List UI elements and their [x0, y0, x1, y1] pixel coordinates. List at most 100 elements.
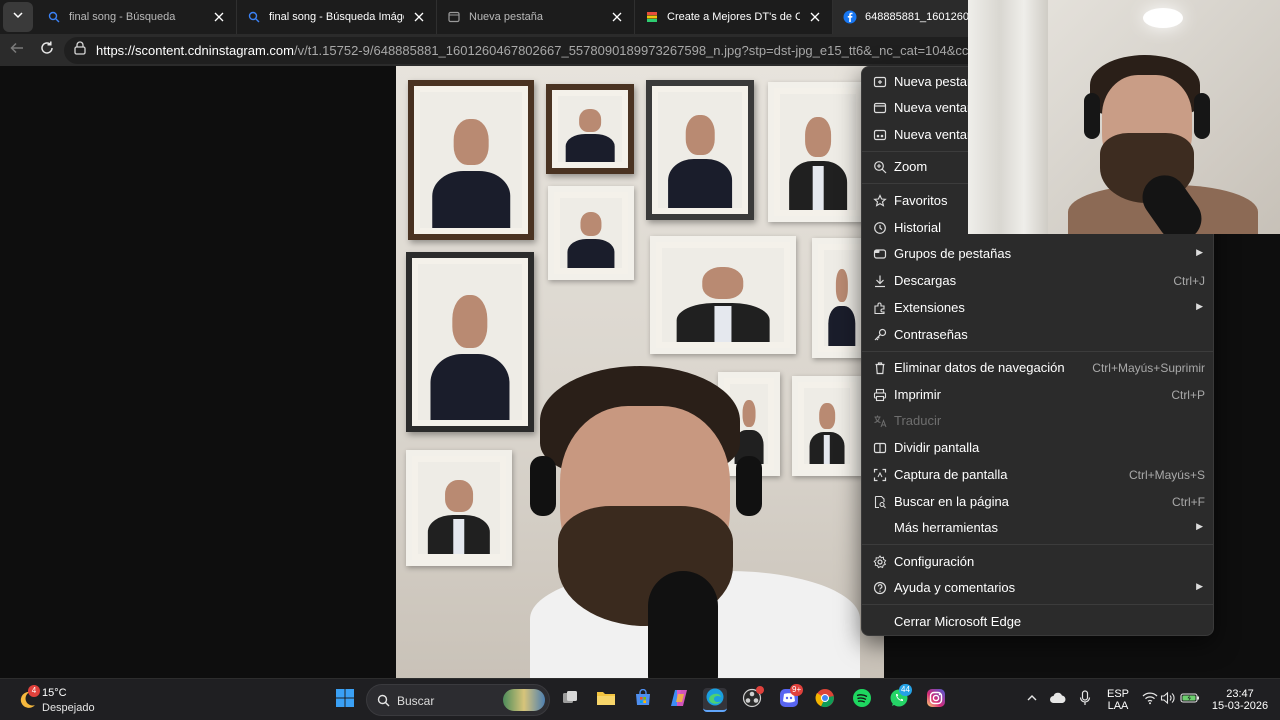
menu-item-clear-browsing-data[interactable]: Eliminar datos de navegación Ctrl+Mayús+…: [862, 355, 1213, 381]
taskbar-search[interactable]: Buscar: [366, 684, 550, 716]
menu-item-label: Grupos de pestañas: [894, 246, 1012, 261]
extensions-icon: [872, 300, 888, 316]
back-arrow-icon: [9, 40, 25, 61]
onedrive-button[interactable]: [1046, 688, 1070, 712]
edge-button[interactable]: [703, 688, 727, 712]
menu-item-translate[interactable]: Traducir: [862, 408, 1213, 434]
menu-item-split-screen[interactable]: Dividir pantalla: [862, 435, 1213, 461]
download-icon: [872, 273, 888, 289]
menu-separator: [862, 544, 1213, 545]
menu-item-help-feedback[interactable]: Ayuda y comentarios ▶: [862, 575, 1213, 601]
trash-icon: [872, 360, 888, 376]
discord-button[interactable]: 9+: [777, 684, 804, 712]
search-icon: [377, 694, 390, 712]
menu-item-label: Eliminar datos de navegación: [894, 360, 1065, 375]
menu-item-tab-groups[interactable]: Grupos de pestañas ▶: [862, 241, 1213, 267]
menu-separator: [862, 604, 1213, 605]
language-code: ESP: [1106, 688, 1129, 700]
menu-item-shortcut: Ctrl+Mayús+Suprimir: [1092, 361, 1205, 375]
weather-widget[interactable]: 4 15°C Despejado: [14, 683, 124, 717]
menu-item-label: Descargas: [894, 273, 957, 288]
webcam-overlay: [968, 0, 1280, 234]
obs-button[interactable]: [740, 686, 764, 712]
menu-item-label: Dividir pantalla: [894, 440, 980, 455]
url-host: https://scontent.cdninstagram.com: [96, 43, 294, 58]
menu-item-label: Imprimir: [894, 387, 941, 402]
refresh-icon: [39, 40, 55, 61]
store-button[interactable]: [631, 688, 655, 712]
spotify-button[interactable]: [850, 688, 874, 712]
menu-item-downloads[interactable]: Descargas Ctrl+J: [862, 268, 1213, 294]
search-highlight-image: [503, 689, 545, 711]
zoom-icon: [872, 159, 888, 175]
portrait-frame: [548, 186, 634, 280]
close-icon[interactable]: [412, 10, 426, 24]
history-icon: [872, 220, 888, 236]
edge-icon: [705, 687, 725, 712]
tab-actions-button[interactable]: [3, 2, 33, 32]
chevron-right-icon: ▶: [1196, 581, 1203, 591]
menu-item-close-edge[interactable]: Cerrar Microsoft Edge: [862, 609, 1213, 635]
menu-item-passwords[interactable]: Contraseñas: [862, 322, 1213, 348]
inprivate-window-icon: [872, 127, 888, 143]
menu-item-label: Favoritos: [894, 193, 948, 208]
discord-badge: 9+: [790, 684, 804, 696]
menu-item-label: Historial: [894, 220, 941, 235]
split-screen-icon: [872, 440, 888, 456]
task-view-icon: [561, 689, 579, 712]
recording-indicator: [756, 686, 764, 694]
menu-item-shortcut: Ctrl+J: [1173, 274, 1205, 288]
back-button[interactable]: [2, 36, 32, 64]
cloud-icon: [1049, 691, 1067, 710]
chrome-button[interactable]: [813, 688, 837, 712]
show-hidden-icons-button[interactable]: [1020, 688, 1044, 712]
menu-item-label: Captura de pantalla: [894, 467, 1008, 482]
input-language[interactable]: ESP LAA: [1102, 688, 1134, 712]
folder-icon: [596, 689, 616, 712]
close-icon[interactable]: [808, 10, 822, 24]
start-button[interactable]: [333, 688, 357, 712]
menu-item-label: Buscar en la página: [894, 494, 1009, 509]
tab-search[interactable]: final song - Búsqueda: [37, 0, 237, 34]
chevron-right-icon: ▶: [1196, 247, 1203, 257]
volume-button[interactable]: [1156, 688, 1180, 712]
streamer-overlay: [530, 366, 860, 711]
chevron-right-icon: ▶: [1196, 521, 1203, 531]
microphone-icon: [1078, 689, 1092, 711]
chrome-icon: [815, 688, 835, 713]
whatsapp-badge: 44: [899, 684, 912, 696]
menu-item-label: Traducir: [894, 413, 942, 428]
screenshot-icon: [872, 467, 888, 483]
whatsapp-button[interactable]: 44: [887, 684, 912, 712]
menu-item-label: Contraseñas: [894, 327, 968, 342]
task-view-button[interactable]: [558, 688, 582, 712]
translate-icon: [872, 413, 888, 429]
tab-image-search[interactable]: final song - Búsqueda Imágenes: [237, 0, 437, 34]
menu-item-print[interactable]: Imprimir Ctrl+P: [862, 382, 1213, 408]
battery-button[interactable]: [1178, 688, 1202, 712]
tab-tier-list[interactable]: Create a Mejores DT's de Colo-Colo: [635, 0, 833, 34]
menu-item-more-tools[interactable]: Más herramientas ▶: [862, 515, 1213, 541]
copilot-button[interactable]: [667, 688, 691, 712]
site-info-icon[interactable]: [72, 40, 88, 61]
clock[interactable]: 23:47 15-03-2026: [1206, 688, 1274, 712]
instagram-button[interactable]: [924, 688, 948, 712]
menu-item-shortcut: Ctrl+P: [1171, 388, 1205, 402]
refresh-button[interactable]: [32, 36, 62, 64]
file-explorer-button[interactable]: [594, 688, 618, 712]
portrait-frame: [546, 84, 634, 174]
microphone-button[interactable]: [1073, 688, 1097, 712]
portrait-frame: [650, 236, 796, 354]
menu-item-extensions[interactable]: Extensiones ▶: [862, 295, 1213, 321]
menu-item-settings[interactable]: Configuración: [862, 549, 1213, 575]
menu-item-label: Ayuda y comentarios: [894, 580, 1016, 595]
tab-title: final song - Búsqueda: [69, 11, 176, 23]
close-icon[interactable]: [610, 10, 624, 24]
close-icon[interactable]: [212, 10, 226, 24]
tab-new-tab[interactable]: Nueva pestaña: [437, 0, 635, 34]
microsoft-store-icon: [634, 688, 652, 712]
battery-charging-icon: [1180, 691, 1200, 709]
menu-item-screenshot[interactable]: Captura de pantalla Ctrl+Mayús+S: [862, 462, 1213, 488]
menu-item-find-in-page[interactable]: Buscar en la página Ctrl+F: [862, 489, 1213, 515]
tier-list-icon: [645, 10, 659, 24]
